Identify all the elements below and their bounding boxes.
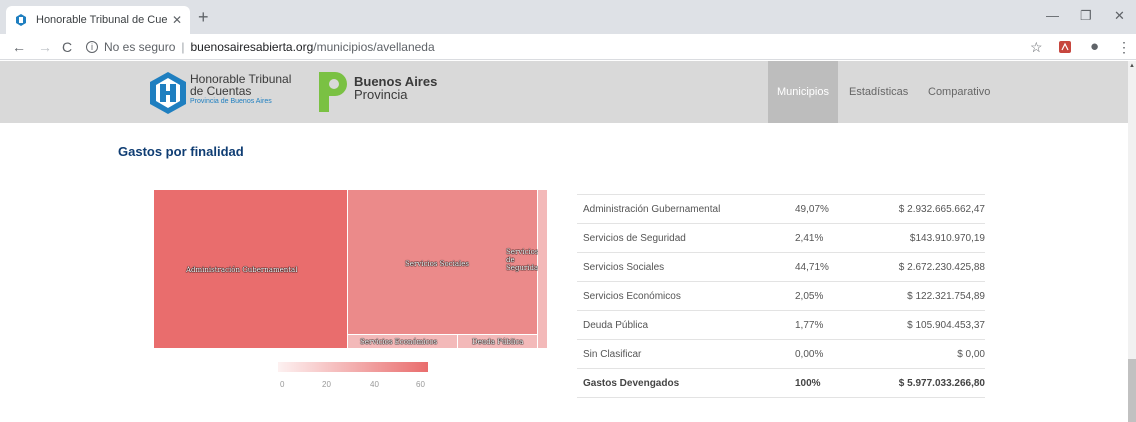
row-name: Deuda Pública [577,310,789,340]
nav-comparativo[interactable]: Comparativo [928,61,990,123]
tab-title: Honorable Tribunal de Cuentas d [36,14,168,26]
section-title: Gastos por finalidad [118,144,244,159]
scrollbar-thumb[interactable] [1128,359,1136,422]
provincia-logo-line2: Provincia [354,87,408,102]
row-amount: $ 122.321.754,89 [869,281,985,311]
site-favicon-icon [16,14,26,26]
browser-tab-bar: Honorable Tribunal de Cuentas d ✕ + — ❐ … [0,0,1136,34]
scroll-up-icon[interactable]: ▲ [1129,63,1135,69]
row-name: Sin Clasificar [577,339,789,369]
treemap-label-seguridad-2: de [506,256,515,264]
row-percent: 1,77% [789,310,869,340]
row-amount: $ 2.932.665.662,47 [869,194,985,224]
table-row: Servicios de Seguridad 2,41% $143.910.97… [577,223,985,253]
treemap-cell-servicios-sociales[interactable]: Servicios Sociales Servicios de Segurida… [348,190,543,335]
treemap-label-servicios-sociales: Servicios Sociales [405,260,469,268]
page-scrollbar[interactable]: ▲ [1128,61,1136,422]
provincia-logo-icon[interactable] [315,70,347,114]
row-name: Servicios Sociales [577,252,789,282]
color-scale-legend [278,362,428,372]
table-row: Servicios Sociales 44,71% $ 2.672.230.42… [577,252,985,282]
address-bar: ← → C i No es seguro | buenosairesabiert… [0,34,1136,60]
table-total-row: Gastos Devengados 100% $ 5.977.033.266,8… [577,368,985,398]
treemap-label-administracion: Administración Gubernamental [186,266,298,274]
gastos-table: Administración Gubernamental 49,07% $ 2.… [577,194,985,398]
treemap-chart: Administración Gubernamental Servicios S… [154,190,548,349]
row-amount: $ 105.904.453,37 [869,310,985,340]
url-separator: | [181,40,185,54]
forward-button[interactable]: → [38,39,52,55]
total-percent: 100% [789,368,869,398]
minimize-button[interactable]: — [1046,8,1059,23]
table-row: Deuda Pública 1,77% $ 105.904.453,37 [577,310,985,340]
url-field[interactable]: i No es seguro | buenosairesabierta.org /… [86,37,1016,57]
info-icon[interactable]: i [86,41,98,53]
url-host: buenosairesabierta.org [190,40,314,54]
url-path: /municipios/avellaneda [313,40,435,54]
row-amount: $ 0,00 [869,339,985,369]
row-name: Servicios Económicos [577,281,789,311]
pdf-extension-icon[interactable] [1058,40,1072,54]
nav-estadisticas[interactable]: Estadísticas [849,61,908,123]
legend-tick-40: 40 [370,380,379,389]
browser-tab[interactable]: Honorable Tribunal de Cuentas d ✕ [6,6,190,34]
tribunal-logo-text[interactable]: Honorable Tribunal de Cuentas Provincia … [190,73,291,107]
treemap-label-deuda: Deuda Pública [472,338,524,346]
row-percent: 49,07% [789,194,869,224]
row-percent: 0,00% [789,339,869,369]
back-button[interactable]: ← [12,39,26,55]
provincia-logo-text[interactable]: Buenos Aires Provincia [354,75,437,101]
table-row: Administración Gubernamental 49,07% $ 2.… [577,194,985,224]
profile-icon[interactable]: ● [1090,39,1099,55]
row-percent: 2,41% [789,223,869,253]
row-percent: 2,05% [789,281,869,311]
treemap-cell-seguridad[interactable] [538,190,548,349]
maximize-button[interactable]: ❐ [1080,8,1092,24]
tab-close-icon[interactable]: ✕ [172,13,182,27]
nav-municipios[interactable]: Municipios [768,61,838,123]
new-tab-button[interactable]: + [198,8,209,26]
tribunal-logo-line2: de Cuentas [190,84,252,98]
treemap-label-seguridad-1: Servicios [506,248,539,256]
more-menu-icon[interactable]: ⋮ [1117,39,1131,55]
treemap-cell-deuda[interactable]: Deuda Pública [458,335,538,349]
treemap-cell-economicos[interactable]: Servicios Económicos [348,335,458,349]
close-window-button[interactable]: ✕ [1114,8,1125,24]
reload-button[interactable]: C [62,39,72,55]
row-name: Administración Gubernamental [577,194,789,224]
table-row: Sin Clasificar 0,00% $ 0,00 [577,339,985,369]
tribunal-logo-line3: Provincia de Buenos Aires [190,98,272,105]
legend-tick-60: 60 [416,380,425,389]
security-label: No es seguro [104,40,176,54]
row-percent: 44,71% [789,252,869,282]
total-label: Gastos Devengados [577,368,789,398]
site-header: Honorable Tribunal de Cuentas Provincia … [0,61,1128,123]
treemap-label-economicos: Servicios Económicos [360,338,438,346]
legend-tick-0: 0 [280,380,285,389]
row-name: Servicios de Seguridad [577,223,789,253]
row-amount: $ 2.672.230.425,88 [869,252,985,282]
bookmark-star-icon[interactable]: ☆ [1030,39,1043,55]
tribunal-logo-icon[interactable] [150,72,186,114]
total-amount: $ 5.977.033.266,80 [869,368,985,398]
treemap-cell-administracion[interactable]: Administración Gubernamental [154,190,348,349]
legend-tick-20: 20 [322,380,331,389]
row-amount: $143.910.970,19 [869,223,985,253]
table-row: Servicios Económicos 2,05% $ 122.321.754… [577,281,985,311]
